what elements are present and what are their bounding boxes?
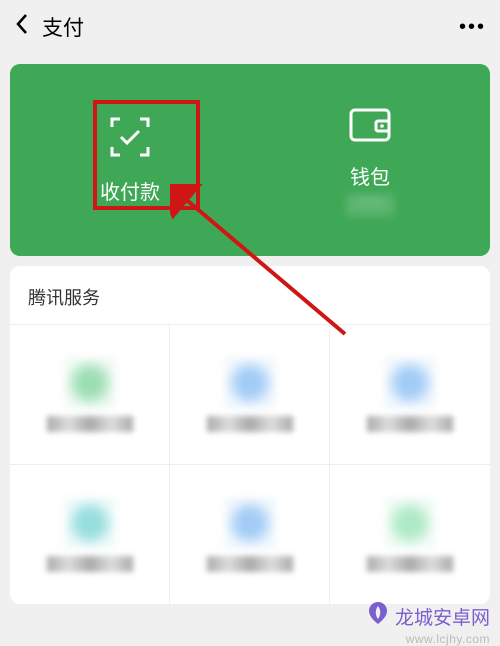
- service-label: [47, 556, 133, 572]
- wallet-icon: [348, 104, 392, 149]
- service-label: [47, 416, 133, 432]
- scan-icon: [108, 115, 152, 164]
- service-icon: [65, 498, 115, 548]
- pay-receive-button[interactable]: 收付款: [10, 64, 250, 256]
- service-icon: [225, 498, 275, 548]
- service-label: [367, 556, 453, 572]
- watermark-sub: www.lcjhy.com: [406, 632, 490, 646]
- service-icon: [385, 498, 435, 548]
- service-label: [207, 416, 293, 432]
- service-icon: [225, 358, 275, 408]
- services-card: 腾讯服务: [10, 266, 490, 604]
- service-item[interactable]: [10, 464, 170, 604]
- service-item[interactable]: [330, 464, 490, 604]
- service-label: [367, 416, 453, 432]
- service-icon: [385, 358, 435, 408]
- service-icon: [65, 358, 115, 408]
- watermark-text: 龙城安卓网: [395, 603, 490, 630]
- wallet-label: 钱包: [350, 161, 390, 190]
- service-label: [207, 556, 293, 572]
- wallet-button[interactable]: 钱包 ****: [250, 64, 490, 256]
- service-item[interactable]: [330, 324, 490, 464]
- more-icon[interactable]: •••: [459, 16, 486, 39]
- services-title: 腾讯服务: [10, 266, 490, 324]
- service-item[interactable]: [10, 324, 170, 464]
- back-icon[interactable]: [14, 12, 30, 43]
- service-item[interactable]: [170, 464, 330, 604]
- header: 支付 •••: [0, 0, 500, 54]
- watermark-icon: [365, 600, 391, 632]
- page-title: 支付: [42, 12, 459, 42]
- pay-receive-label: 收付款: [100, 176, 160, 205]
- pay-card: 收付款 钱包 ****: [10, 64, 490, 256]
- wallet-balance: ****: [346, 194, 395, 216]
- watermark: 龙城安卓网: [365, 600, 490, 632]
- service-item[interactable]: [170, 324, 330, 464]
- services-grid: [10, 324, 490, 604]
